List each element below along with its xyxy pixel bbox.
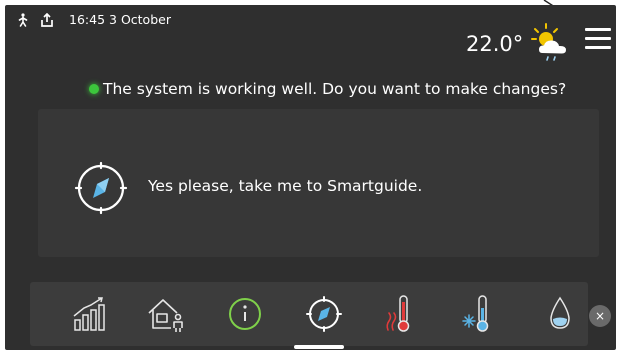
date-text: 3 October [109, 12, 171, 27]
status-ok-indicator [89, 84, 99, 94]
partly-cloudy-icon [530, 22, 574, 62]
active-page-indicator [294, 345, 344, 349]
house-person-icon[interactable] [143, 292, 187, 336]
info-icon[interactable] [223, 292, 267, 336]
status-message: The system is working well. Do you want … [103, 80, 567, 98]
device-frame: 16:45 3 October 22.0° The system is work… [0, 0, 627, 356]
cooling-thermometer-icon[interactable] [458, 292, 502, 336]
screen: 16:45 3 October 22.0° The system is work… [5, 5, 616, 350]
bottom-navigation-bar [30, 282, 588, 346]
smartguide-card[interactable]: Yes please, take me to Smartguide. [38, 109, 599, 257]
hamburger-menu-icon[interactable] [585, 28, 613, 50]
close-icon: × [594, 309, 606, 323]
compass-icon [74, 161, 128, 215]
status-bar: 16:45 3 October 22.0° [5, 5, 616, 61]
bar-chart-icon[interactable] [68, 292, 112, 336]
clock: 16:45 3 October [69, 12, 171, 27]
system-status: The system is working well. Do you want … [89, 77, 566, 101]
person-walking-icon [16, 12, 30, 27]
close-button[interactable]: × [589, 305, 611, 327]
time-text: 16:45 [69, 12, 106, 27]
smartguide-label: Yes please, take me to Smartguide. [148, 177, 423, 195]
outdoor-temperature: 22.0° [466, 32, 524, 56]
water-drop-icon[interactable] [538, 292, 582, 336]
upload-tray-icon [40, 12, 54, 27]
compass-icon[interactable] [302, 292, 346, 336]
heating-thermometer-icon[interactable] [380, 292, 424, 336]
